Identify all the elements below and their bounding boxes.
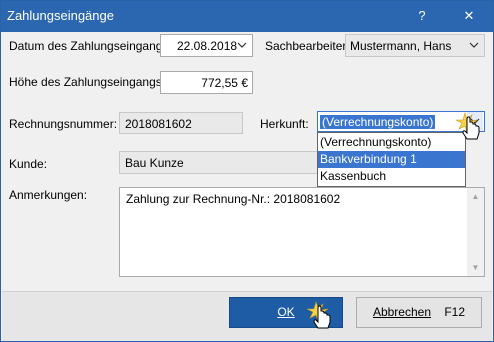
clerk-value: Mustermann, Hans <box>350 39 452 53</box>
invoice-value: 2018081602 <box>125 117 192 131</box>
origin-label: Herkunft: <box>260 117 309 131</box>
amount-input[interactable]: 772,55 € <box>160 71 253 94</box>
date-value: 22.08.2018 <box>177 39 238 53</box>
date-label: Datum des Zahlungseingangs: <box>9 39 172 53</box>
amount-label: Höhe des Zahlungseingangs: <box>9 75 166 89</box>
chevron-down-icon[interactable] <box>466 35 482 56</box>
chevron-down-icon[interactable] <box>234 35 250 56</box>
notes-value: Zahlung zur Rechnung-Nr.: 2018081602 <box>126 192 341 206</box>
invoice-field: 2018081602 <box>119 112 243 134</box>
origin-option[interactable]: (Verrechnungskonto) <box>318 134 465 151</box>
date-picker[interactable]: 22.08.2018 <box>160 34 253 57</box>
origin-dropdown-list: (Verrechnungskonto) Bankverbindung 1 Kas… <box>317 132 466 187</box>
origin-value: (Verrechnungskonto) <box>320 115 436 129</box>
cancel-shortcut: F12 <box>444 305 466 319</box>
hand-pointer-icon <box>306 300 331 329</box>
help-button[interactable]: ? <box>411 5 433 27</box>
clerk-select[interactable]: Mustermann, Hans <box>345 34 485 57</box>
clerk-label: Sachbearbeiter: <box>265 39 350 53</box>
origin-option-highlighted[interactable]: Bankverbindung 1 <box>318 151 465 168</box>
origin-option[interactable]: Kassenbuch <box>318 168 465 185</box>
hand-pointer-icon <box>455 111 480 140</box>
invoice-label: Rechnungsnummer: <box>9 117 118 131</box>
payment-dialog: Zahlungseingänge ? ✕ Datum des Zahlungse… <box>0 0 494 342</box>
amount-value: 772,55 € <box>201 76 248 90</box>
notes-label: Anmerkungen: <box>9 188 88 202</box>
window-title: Zahlungseingänge <box>7 8 114 23</box>
scroll-down-icon[interactable]: ▼ <box>467 259 484 276</box>
customer-label: Kunde: <box>9 157 48 171</box>
customer-value: Bau Kunze <box>125 156 184 170</box>
customer-field: Bau Kunze <box>119 151 319 174</box>
close-button[interactable]: ✕ <box>458 5 480 27</box>
cancel-label: Abbrechen <box>372 305 431 319</box>
scroll-up-icon[interactable]: ▲ <box>467 188 484 205</box>
title-bar: Zahlungseingänge ? ✕ <box>1 1 493 32</box>
notes-textarea[interactable]: Zahlung zur Rechnung-Nr.: 2018081602 ▲ ▼ <box>119 187 485 277</box>
cancel-button[interactable]: Abbrechen F12 <box>356 297 482 328</box>
notes-scrollbar[interactable]: ▲ ▼ <box>467 188 484 276</box>
ok-label: OK <box>277 305 295 319</box>
